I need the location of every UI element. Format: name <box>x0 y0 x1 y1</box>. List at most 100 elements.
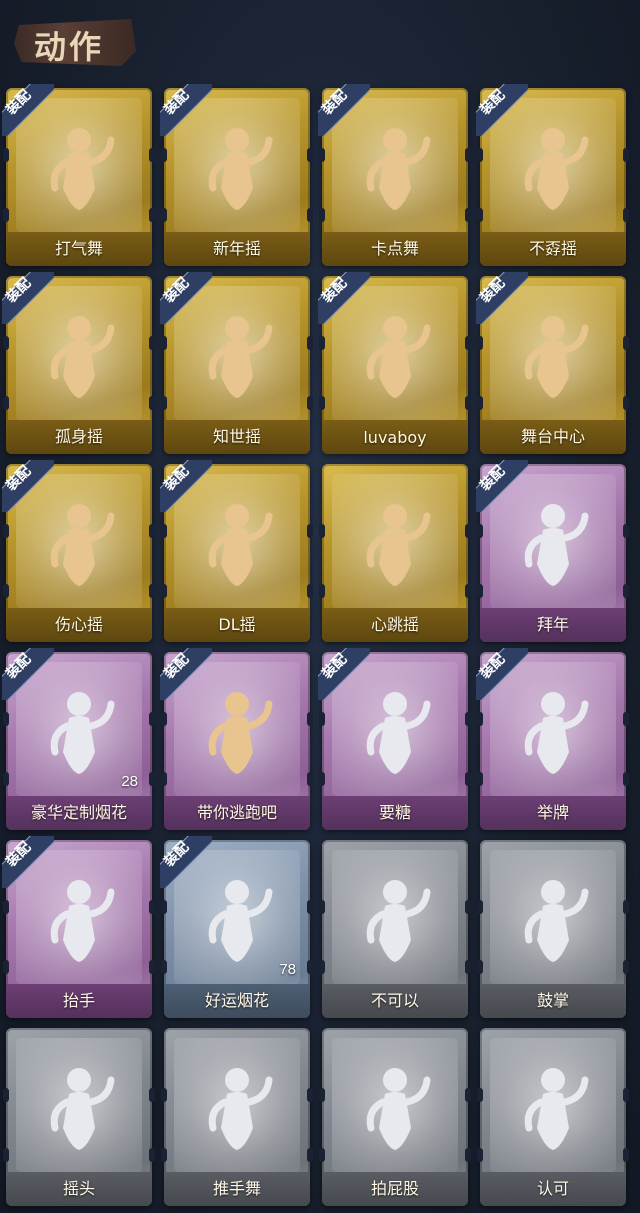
card-notch <box>161 148 167 162</box>
card-notch <box>623 336 629 350</box>
card-notch <box>149 208 155 222</box>
card-notch <box>149 584 155 598</box>
equipped-badge: 装配 <box>160 836 212 888</box>
emote-card[interactable]: 摇头 <box>3 1028 155 1206</box>
equipped-badge: 装配 <box>2 836 54 888</box>
emote-card[interactable]: luvaboy 装配 <box>318 272 471 454</box>
card-notch <box>3 336 9 350</box>
card-notch <box>477 1088 483 1102</box>
item-count: 78 <box>279 961 296 978</box>
card-frame: 不可以 <box>322 840 468 1018</box>
card-notch <box>465 1088 471 1102</box>
card-notch <box>623 960 629 974</box>
card-notch <box>319 900 325 914</box>
card-notch <box>149 1148 155 1162</box>
item-count: 28 <box>121 773 138 790</box>
card-notch <box>307 336 313 350</box>
card-notch <box>149 900 155 914</box>
card-label: 好运烟花 <box>204 991 269 1010</box>
card-notch <box>465 712 471 726</box>
card-notch <box>161 712 167 726</box>
card-notch <box>477 960 483 974</box>
emote-card[interactable]: 要糖 装配 <box>318 648 471 830</box>
card-label: 认可 <box>536 1179 569 1198</box>
card-notch <box>477 336 483 350</box>
card-notch <box>477 396 483 410</box>
card-frame: 心跳摇 <box>322 464 468 642</box>
push-dance-icon <box>208 1068 273 1150</box>
pat-butt-icon <box>366 1068 431 1150</box>
equipped-badge: 装配 <box>160 84 212 136</box>
card-label: 推手舞 <box>212 1179 261 1198</box>
emote-card[interactable]: 不可以 <box>319 840 471 1018</box>
emote-card[interactable]: 新年摇 装配 <box>160 84 313 266</box>
card-notch <box>477 900 483 914</box>
emote-card[interactable]: 伤心摇 装配 <box>2 460 155 642</box>
emote-card[interactable]: 知世摇 装配 <box>160 272 313 454</box>
card-notch <box>623 396 629 410</box>
emote-card[interactable]: 卡点舞 装配 <box>318 84 471 266</box>
emote-card[interactable]: 举牌 装配 <box>476 648 629 830</box>
card-label: 心跳摇 <box>370 615 419 634</box>
emote-card[interactable]: 心跳摇 <box>319 464 471 642</box>
emote-card[interactable]: DL摇 装配 <box>160 460 313 642</box>
emote-card[interactable]: 认可 <box>477 1028 629 1206</box>
card-notch <box>3 772 9 786</box>
thumbs-up-icon <box>524 1068 589 1150</box>
card-label: 不孬摇 <box>528 239 577 258</box>
emote-card[interactable]: 拍屁股 <box>319 1028 471 1206</box>
emote-card[interactable]: 孤身摇 装配 <box>2 272 155 454</box>
card-notch <box>3 396 9 410</box>
emote-card[interactable]: 抬手 装配 <box>2 836 155 1018</box>
card-notch <box>465 772 471 786</box>
equipped-badge: 装配 <box>476 460 528 512</box>
card-notch <box>623 584 629 598</box>
card-notch <box>319 712 325 726</box>
card-notch <box>623 772 629 786</box>
card-notch <box>161 772 167 786</box>
card-notch <box>477 1148 483 1162</box>
card-notch <box>307 584 313 598</box>
dance-heartbeat-icon <box>366 504 431 586</box>
emote-card[interactable]: 舞台中心 装配 <box>476 272 629 454</box>
card-notch <box>319 772 325 786</box>
card-notch <box>3 524 9 538</box>
emote-card[interactable]: 打气舞 装配 <box>2 84 155 266</box>
card-notch <box>3 584 9 598</box>
card-notch <box>161 1088 167 1102</box>
card-notch <box>477 712 483 726</box>
card-notch <box>477 524 483 538</box>
card-label: 拜年 <box>536 615 569 634</box>
card-frame: 认可 <box>480 1028 626 1206</box>
card-label: 伤心摇 <box>54 615 103 634</box>
card-label: DL摇 <box>218 615 256 634</box>
card-label: 带你逃跑吧 <box>196 803 277 822</box>
emote-card[interactable]: 鼓掌 <box>477 840 629 1018</box>
emote-card[interactable]: 好运烟花 78 装配 <box>160 836 313 1018</box>
card-notch <box>149 1088 155 1102</box>
card-notch <box>3 1088 9 1102</box>
equipped-badge: 装配 <box>160 648 212 700</box>
card-notch <box>149 712 155 726</box>
emote-card[interactable]: 不孬摇 装配 <box>476 84 629 266</box>
card-notch <box>161 1148 167 1162</box>
card-notch <box>465 960 471 974</box>
emote-card[interactable]: 拜年 装配 <box>476 460 629 642</box>
card-notch <box>307 524 313 538</box>
equipped-badge: 装配 <box>476 272 528 324</box>
card-label: 舞台中心 <box>520 427 585 446</box>
card-notch <box>465 396 471 410</box>
card-notch <box>161 524 167 538</box>
emote-card[interactable]: 推手舞 <box>161 1028 313 1206</box>
equipped-badge: 装配 <box>2 460 54 512</box>
card-notch <box>307 960 313 974</box>
equipped-badge: 装配 <box>160 460 212 512</box>
card-notch <box>161 396 167 410</box>
card-label: 要糖 <box>378 803 411 822</box>
card-notch <box>3 900 9 914</box>
emote-card[interactable]: 带你逃跑吧 装配 <box>160 648 313 830</box>
card-notch <box>161 584 167 598</box>
card-notch <box>623 900 629 914</box>
emote-card[interactable]: 豪华定制烟花 28 装配 <box>2 648 155 830</box>
card-notch <box>307 396 313 410</box>
